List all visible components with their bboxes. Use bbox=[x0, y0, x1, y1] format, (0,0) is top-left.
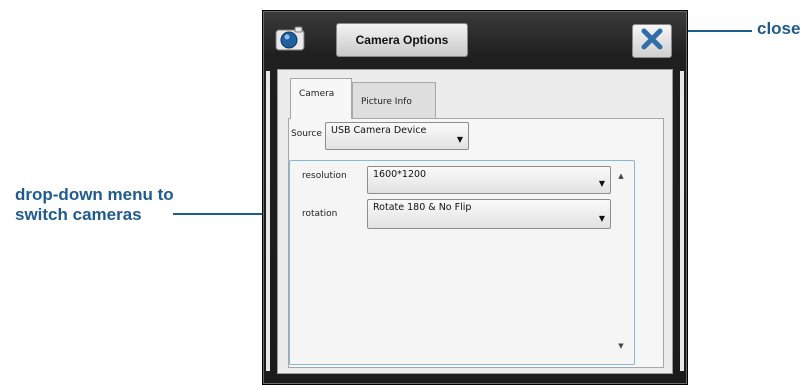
camera-settings-box: resolution 1600*1200 ▼ rotation Rotate 1… bbox=[289, 160, 635, 365]
rotation-label: rotation bbox=[302, 209, 338, 219]
resolution-dropdown-value: 1600*1200 bbox=[373, 169, 427, 180]
rotation-dropdown-value: Rotate 180 & No Flip bbox=[373, 202, 472, 213]
rotation-dropdown[interactable]: Rotate 180 & No Flip ▼ bbox=[367, 199, 611, 229]
chevron-down-icon: ▼ bbox=[598, 179, 605, 188]
chevron-down-icon: ▼ bbox=[456, 135, 463, 144]
source-label: Source bbox=[291, 129, 322, 139]
dropdown-callout-line1: drop-down menu to bbox=[15, 185, 174, 204]
window-title-button[interactable]: Camera Options bbox=[336, 23, 468, 57]
close-callout-line bbox=[686, 30, 752, 32]
close-button[interactable] bbox=[632, 24, 672, 58]
window-right-edge bbox=[680, 71, 684, 371]
close-icon bbox=[640, 28, 664, 54]
dropdown-callout-line2: switch cameras bbox=[15, 205, 142, 224]
tab-camera[interactable]: Camera bbox=[290, 78, 352, 119]
dropdown-callout-label: drop-down menu to switch cameras bbox=[15, 185, 174, 225]
camera-options-window: Camera Options Camera Picture Info Sourc… bbox=[262, 10, 688, 385]
close-callout-label: close bbox=[757, 19, 801, 38]
vertical-scrollbar[interactable]: ▲ ▼ bbox=[616, 171, 626, 351]
window-left-edge bbox=[266, 71, 270, 371]
source-dropdown[interactable]: USB Camera Device ▼ bbox=[325, 122, 469, 150]
camera-icon bbox=[275, 25, 305, 51]
chevron-down-icon: ▼ bbox=[598, 214, 605, 223]
resolution-dropdown[interactable]: 1600*1200 ▼ bbox=[367, 166, 611, 194]
scroll-down-icon[interactable]: ▼ bbox=[616, 341, 626, 351]
scroll-up-icon[interactable]: ▲ bbox=[616, 171, 626, 181]
source-dropdown-value: USB Camera Device bbox=[331, 125, 427, 136]
resolution-label: resolution bbox=[302, 171, 347, 181]
tab-picture-info[interactable]: Picture Info bbox=[352, 82, 436, 118]
